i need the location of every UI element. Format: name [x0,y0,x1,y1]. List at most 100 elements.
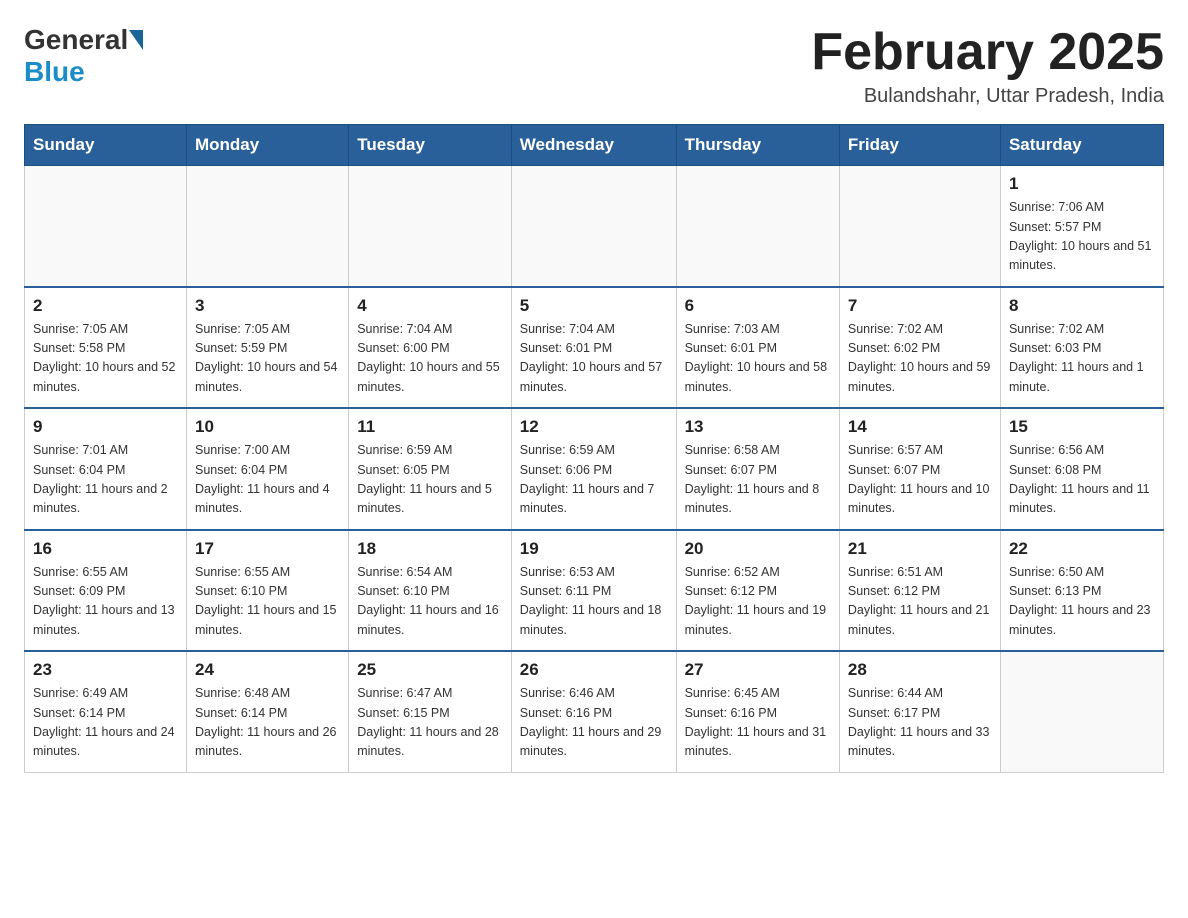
day-number: 21 [848,539,992,559]
calendar-cell: 27 Sunrise: 6:45 AMSunset: 6:16 PMDayligh… [676,651,839,772]
calendar-table: SundayMondayTuesdayWednesdayThursdayFrid… [24,124,1164,773]
calendar-week-row: 16 Sunrise: 6:55 AMSunset: 6:09 PMDayligh… [25,530,1164,652]
day-number: 18 [357,539,503,559]
calendar-cell [25,166,187,287]
calendar-cell: 23Sunrise: 6:49 AMSunset: 6:14 PMDayligh… [25,651,187,772]
calendar-cell: 19 Sunrise: 6:53 AMSunset: 6:11 PMDayligh… [511,530,676,652]
calendar-cell: 22 Sunrise: 6:50 AMSunset: 6:13 PMDayligh… [1000,530,1163,652]
day-info: Sunrise: 6:49 AMSunset: 6:14 PMDaylight:… [33,684,178,762]
calendar-cell: 11 Sunrise: 6:59 AMSunset: 6:05 PMDayligh… [349,408,512,530]
day-number: 17 [195,539,340,559]
logo-blue-text: Blue [24,56,85,88]
day-info: Sunrise: 6:56 AMSunset: 6:08 PMDaylight:… [1009,441,1155,519]
day-info: Sunrise: 7:02 AMSunset: 6:03 PMDaylight:… [1009,320,1155,398]
weekday-header-tuesday: Tuesday [349,125,512,166]
day-info: Sunrise: 7:04 AMSunset: 6:00 PMDaylight:… [357,320,503,398]
calendar-cell: 4 Sunrise: 7:04 AMSunset: 6:00 PMDaylight… [349,287,512,409]
weekday-header-saturday: Saturday [1000,125,1163,166]
day-number: 11 [357,417,503,437]
weekday-header-thursday: Thursday [676,125,839,166]
day-info: Sunrise: 6:54 AMSunset: 6:10 PMDaylight:… [357,563,503,641]
calendar-cell: 6 Sunrise: 7:03 AMSunset: 6:01 PMDaylight… [676,287,839,409]
day-number: 25 [357,660,503,680]
day-number: 22 [1009,539,1155,559]
calendar-cell [1000,651,1163,772]
calendar-cell: 24Sunrise: 6:48 AMSunset: 6:14 PMDayligh… [186,651,348,772]
day-info: Sunrise: 6:55 AMSunset: 6:09 PMDaylight:… [33,563,178,641]
day-number: 9 [33,417,178,437]
calendar-cell: 17 Sunrise: 6:55 AMSunset: 6:10 PMDayligh… [186,530,348,652]
day-info: Sunrise: 6:48 AMSunset: 6:14 PMDaylight:… [195,684,340,762]
calendar-cell [349,166,512,287]
day-info: Sunrise: 7:03 AMSunset: 6:01 PMDaylight:… [685,320,831,398]
day-info: Sunrise: 7:05 AMSunset: 5:58 PMDaylight:… [33,320,178,398]
day-number: 1 [1009,174,1155,194]
month-title: February 2025 [811,24,1164,81]
day-info: Sunrise: 7:05 AMSunset: 5:59 PMDaylight:… [195,320,340,398]
calendar-cell: 15 Sunrise: 6:56 AMSunset: 6:08 PMDayligh… [1000,408,1163,530]
day-number: 15 [1009,417,1155,437]
logo-general-text: General [24,24,128,56]
day-number: 7 [848,296,992,316]
title-block: February 2025 Bulandshahr, Uttar Pradesh… [811,24,1164,108]
calendar-cell: 8 Sunrise: 7:02 AMSunset: 6:03 PMDaylight… [1000,287,1163,409]
day-info: Sunrise: 6:52 AMSunset: 6:12 PMDaylight:… [685,563,831,641]
day-info: Sunrise: 7:02 AMSunset: 6:02 PMDaylight:… [848,320,992,398]
day-number: 10 [195,417,340,437]
calendar-cell: 14 Sunrise: 6:57 AMSunset: 6:07 PMDayligh… [839,408,1000,530]
day-info: Sunrise: 7:00 AMSunset: 6:04 PMDaylight:… [195,441,340,519]
weekday-header-sunday: Sunday [25,125,187,166]
calendar-cell: 18 Sunrise: 6:54 AMSunset: 6:10 PMDayligh… [349,530,512,652]
day-number: 3 [195,296,340,316]
calendar-cell [511,166,676,287]
day-number: 19 [520,539,668,559]
day-number: 5 [520,296,668,316]
day-info: Sunrise: 6:59 AMSunset: 6:06 PMDaylight:… [520,441,668,519]
calendar-cell [839,166,1000,287]
day-info: Sunrise: 6:45 AMSunset: 6:16 PMDaylight:… [685,684,831,762]
day-number: 6 [685,296,831,316]
day-info: Sunrise: 6:58 AMSunset: 6:07 PMDaylight:… [685,441,831,519]
day-number: 12 [520,417,668,437]
day-number: 27 [685,660,831,680]
calendar-week-row: 2 Sunrise: 7:05 AMSunset: 5:58 PMDaylight… [25,287,1164,409]
calendar-week-row: 1 Sunrise: 7:06 AMSunset: 5:57 PMDaylight… [25,166,1164,287]
day-info: Sunrise: 6:55 AMSunset: 6:10 PMDaylight:… [195,563,340,641]
calendar-cell: 16 Sunrise: 6:55 AMSunset: 6:09 PMDayligh… [25,530,187,652]
day-number: 2 [33,296,178,316]
day-number: 4 [357,296,503,316]
calendar-cell: 5 Sunrise: 7:04 AMSunset: 6:01 PMDaylight… [511,287,676,409]
weekday-header-wednesday: Wednesday [511,125,676,166]
logo: General Blue [24,24,144,88]
day-number: 28 [848,660,992,680]
calendar-cell: 1 Sunrise: 7:06 AMSunset: 5:57 PMDaylight… [1000,166,1163,287]
calendar-cell: 10 Sunrise: 7:00 AMSunset: 6:04 PMDayligh… [186,408,348,530]
calendar-cell: 21Sunrise: 6:51 AMSunset: 6:12 PMDayligh… [839,530,1000,652]
day-info: Sunrise: 6:53 AMSunset: 6:11 PMDaylight:… [520,563,668,641]
day-info: Sunrise: 7:06 AMSunset: 5:57 PMDaylight:… [1009,198,1155,276]
day-info: Sunrise: 6:57 AMSunset: 6:07 PMDaylight:… [848,441,992,519]
calendar-cell: 2 Sunrise: 7:05 AMSunset: 5:58 PMDaylight… [25,287,187,409]
day-number: 8 [1009,296,1155,316]
day-number: 26 [520,660,668,680]
day-info: Sunrise: 7:01 AMSunset: 6:04 PMDaylight:… [33,441,178,519]
calendar-cell: 12 Sunrise: 6:59 AMSunset: 6:06 PMDayligh… [511,408,676,530]
day-info: Sunrise: 6:59 AMSunset: 6:05 PMDaylight:… [357,441,503,519]
day-info: Sunrise: 6:50 AMSunset: 6:13 PMDaylight:… [1009,563,1155,641]
day-info: Sunrise: 7:04 AMSunset: 6:01 PMDaylight:… [520,320,668,398]
calendar-cell: 13 Sunrise: 6:58 AMSunset: 6:07 PMDayligh… [676,408,839,530]
day-number: 16 [33,539,178,559]
calendar-cell: 28 Sunrise: 6:44 AMSunset: 6:17 PMDayligh… [839,651,1000,772]
day-info: Sunrise: 6:44 AMSunset: 6:17 PMDaylight:… [848,684,992,762]
location-subtitle: Bulandshahr, Uttar Pradesh, India [811,85,1164,108]
logo-triangle-icon [129,30,143,50]
weekday-header-monday: Monday [186,125,348,166]
day-info: Sunrise: 6:46 AMSunset: 6:16 PMDaylight:… [520,684,668,762]
calendar-cell: 7 Sunrise: 7:02 AMSunset: 6:02 PMDaylight… [839,287,1000,409]
day-number: 20 [685,539,831,559]
calendar-week-row: 9 Sunrise: 7:01 AMSunset: 6:04 PMDaylight… [25,408,1164,530]
day-info: Sunrise: 6:47 AMSunset: 6:15 PMDaylight:… [357,684,503,762]
page-header: General Blue February 2025 Bulandshahr, … [24,24,1164,108]
day-number: 14 [848,417,992,437]
day-number: 13 [685,417,831,437]
